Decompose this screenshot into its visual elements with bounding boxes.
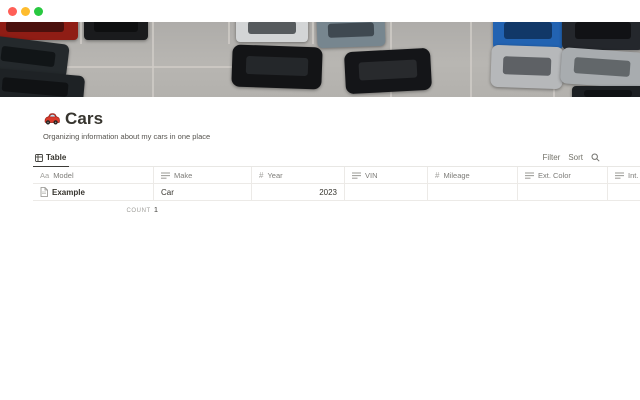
- page-content: Cars Organizing information about my car…: [0, 97, 640, 214]
- cover-car-glass: [584, 90, 633, 97]
- column-header-vin[interactable]: VIN: [345, 167, 428, 184]
- cover-car-glass: [504, 22, 552, 39]
- count-label: COUNT: [126, 208, 150, 214]
- text-property-icon: [352, 171, 361, 180]
- page-icon-red-car[interactable]: [43, 111, 60, 126]
- database-table: Aa Model Make # Year VIN # Mileage Ext. Color Int…: [33, 167, 640, 201]
- traffic-light-close[interactable]: [8, 7, 17, 16]
- cover-car: [560, 47, 640, 89]
- sort-button[interactable]: Sort: [568, 153, 583, 162]
- row-title: Example: [52, 188, 85, 197]
- cover-car: [562, 22, 640, 50]
- column-header-label: Year: [267, 171, 282, 180]
- cover-car-glass: [328, 22, 375, 38]
- cover-car: [572, 86, 640, 97]
- text-property-icon: [525, 171, 534, 180]
- table-view-icon: [35, 154, 43, 162]
- parking-line: [80, 22, 82, 44]
- title-property-icon: Aa: [40, 171, 49, 180]
- cell-make[interactable]: Car: [154, 184, 252, 201]
- cell-value: Car: [161, 188, 174, 197]
- column-header-label: Int. Color: [628, 171, 640, 180]
- page-title[interactable]: Cars: [65, 110, 103, 127]
- parking-line: [470, 22, 472, 97]
- column-header-label: VIN: [365, 171, 378, 180]
- count-value: 1: [154, 205, 158, 214]
- column-header-label: Make: [174, 171, 192, 180]
- traffic-light-minimize[interactable]: [21, 7, 30, 16]
- parking-line: [228, 22, 230, 44]
- column-header-label: Ext. Color: [538, 171, 571, 180]
- cover-car: [344, 48, 432, 94]
- column-header-label: Mileage: [443, 171, 469, 180]
- traffic-light-zoom[interactable]: [34, 7, 43, 16]
- parking-line: [312, 22, 314, 44]
- page-description[interactable]: Organizing information about my cars in …: [43, 132, 640, 141]
- cover-car: [84, 22, 148, 40]
- table-header-row: Aa Model Make # Year VIN # Mileage Ext. Color Int…: [33, 167, 640, 184]
- filter-button[interactable]: Filter: [543, 153, 561, 162]
- tab-table[interactable]: Table: [33, 150, 69, 167]
- red-car-icon: [43, 111, 60, 126]
- cover-car-glass: [94, 22, 138, 32]
- cell-year[interactable]: 2023: [252, 184, 345, 201]
- text-property-icon: [161, 171, 170, 180]
- column-header-ext-color[interactable]: Ext. Color: [518, 167, 608, 184]
- column-header-mileage[interactable]: # Mileage: [428, 167, 518, 184]
- cover-image[interactable]: [0, 22, 640, 97]
- cover-car-glass: [1, 77, 69, 97]
- cell-mileage[interactable]: [428, 184, 518, 201]
- cell-vin[interactable]: [345, 184, 428, 201]
- toolbar-actions: Filter Sort: [543, 153, 600, 166]
- number-property-icon: #: [435, 171, 439, 180]
- count-footer[interactable]: COUNT 1: [33, 205, 158, 214]
- column-header-model[interactable]: Aa Model: [33, 167, 154, 184]
- cover-car-glass: [575, 22, 631, 39]
- page-header: Cars Organizing information about my car…: [33, 97, 640, 141]
- tab-table-label: Table: [46, 153, 66, 162]
- cover-car-glass: [246, 56, 308, 77]
- cell-int-color[interactable]: [608, 184, 640, 201]
- notion-window: { "window": { "traffic_lights": [ {"name…: [0, 0, 640, 400]
- window-titlebar: [0, 0, 640, 22]
- cell-ext-color[interactable]: [518, 184, 608, 201]
- cover-car-glass: [502, 56, 552, 76]
- view-toolbar: Table Filter Sort: [33, 150, 640, 167]
- page-document-icon: [40, 187, 48, 197]
- column-header-int-color[interactable]: Int. Color: [608, 167, 640, 184]
- cover-car-glass: [574, 57, 631, 77]
- cover-car-glass: [248, 22, 297, 34]
- cover-car: [490, 45, 563, 89]
- cover-car-glass: [6, 22, 65, 32]
- number-property-icon: #: [259, 171, 263, 180]
- table-row: Example Car 2023: [33, 184, 640, 201]
- cell-model[interactable]: Example: [33, 184, 154, 201]
- cover-car-glass: [0, 46, 56, 68]
- cover-car: [236, 22, 308, 42]
- cover-car: [0, 68, 85, 97]
- column-header-year[interactable]: # Year: [252, 167, 345, 184]
- text-property-icon: [615, 171, 624, 180]
- cover-car-glass: [358, 59, 417, 81]
- cover-car: [316, 22, 385, 48]
- search-icon[interactable]: [591, 153, 600, 162]
- cell-value: 2023: [319, 188, 337, 197]
- column-header-label: Model: [53, 171, 73, 180]
- parking-line: [152, 22, 154, 97]
- cover-car: [231, 44, 322, 89]
- column-header-make[interactable]: Make: [154, 167, 252, 184]
